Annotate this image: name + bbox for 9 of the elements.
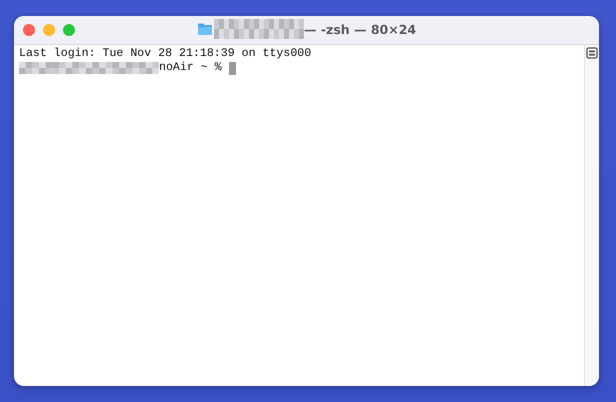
close-button[interactable] xyxy=(23,24,35,36)
minimize-button[interactable] xyxy=(43,24,55,36)
window-title: — -zsh — 80×24 xyxy=(304,22,416,36)
zoom-button[interactable] xyxy=(63,24,75,36)
split-view-icon[interactable] xyxy=(586,47,598,59)
shell-prompt: noAir ~ % xyxy=(159,61,222,75)
folder-icon xyxy=(197,22,213,36)
terminal-line: Last login: Tue Nov 28 21:18:39 on ttys000 xyxy=(19,47,312,61)
text-cursor xyxy=(228,62,236,74)
